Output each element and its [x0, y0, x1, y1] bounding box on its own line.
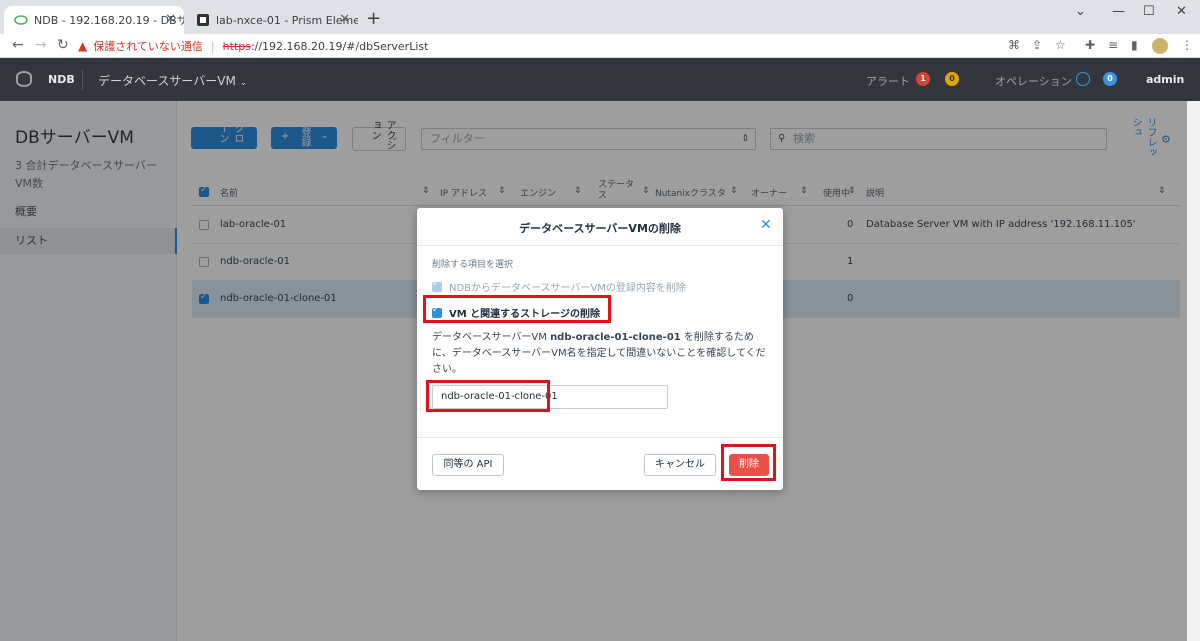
chevron-down-icon: ⌄: [239, 78, 248, 88]
prism-favicon-icon: [197, 14, 209, 26]
highlight-box-storage-option: [423, 295, 611, 323]
share-icon[interactable]: ⇪: [1032, 38, 1042, 52]
close-window-icon[interactable]: ✕: [1176, 4, 1187, 19]
new-tab-icon[interactable]: +: [366, 8, 381, 29]
option-unregister-label: NDBからデータベースサーバーVMの登録内容を削除: [449, 283, 686, 294]
header-divider: [82, 70, 83, 90]
address-bar[interactable]: ▲ 保護されていない通信 | https ://192.168.20.19/#/…: [78, 36, 996, 56]
confirm-description: データベースサーバーVM ndb-oracle-01-clone-01 を削除す…: [432, 330, 772, 378]
insecure-label[interactable]: 保護されていない通信: [93, 38, 203, 54]
operations-label[interactable]: オペレーション: [995, 73, 1072, 89]
unregister-checkbox: [432, 279, 442, 292]
user-menu[interactable]: admin: [1146, 73, 1184, 86]
maximize-icon[interactable]: ☐: [1143, 4, 1155, 19]
reload-icon[interactable]: ↻: [57, 37, 69, 53]
page-scrollbar[interactable]: [1187, 101, 1200, 641]
section-label: 削除する項目を選択: [432, 260, 514, 270]
desc-vm-name: ndb-oracle-01-clone-01: [550, 332, 681, 343]
warning-icon[interactable]: ▲: [78, 39, 87, 53]
equivalent-api-button[interactable]: 同等の API: [432, 454, 504, 476]
delete-dialog: データベースサーバーVMの削除 ✕ 削除する項目を選択 NDBからデータベースサ…: [417, 208, 783, 490]
close-tab-icon[interactable]: ✕: [165, 12, 176, 27]
omnibox-divider: |: [210, 39, 215, 53]
alert-critical-badge[interactable]: 1: [916, 72, 930, 86]
extensions-icon[interactable]: ✚: [1085, 38, 1095, 52]
operations-badge[interactable]: 0: [1103, 72, 1117, 86]
app-name[interactable]: NDB: [48, 73, 75, 86]
minimize-icon[interactable]: —: [1112, 4, 1125, 19]
desc-prefix: データベースサーバーVM: [432, 332, 551, 343]
browser-tab-title: NDB - 192.168.20.19 - DBサーバー\: [34, 14, 184, 27]
dialog-footer-divider: [417, 437, 783, 438]
option-unregister: NDBからデータベースサーバーVMの登録内容を削除: [432, 279, 686, 294]
highlight-box-vm-name-input: [426, 380, 550, 412]
url-scheme: https: [222, 39, 251, 53]
menu-icon[interactable]: ⋮: [1181, 38, 1193, 52]
browser-toolbar: ← → ↻ ▲ 保護されていない通信 | https ://192.168.20…: [0, 34, 1200, 58]
app-header: NDB データベースサーバーVM ⌄ アラート 1 0 オペレーション 0 ad…: [0, 58, 1200, 101]
modal-backdrop-sidebar: [0, 101, 177, 641]
close-icon[interactable]: ✕: [760, 217, 772, 233]
dialog-title: データベースサーバーVMの削除: [519, 222, 681, 235]
alert-warning-badge[interactable]: 0: [945, 72, 959, 86]
cancel-button[interactable]: キャンセル: [644, 454, 716, 476]
close-tab-icon[interactable]: ✕: [339, 12, 350, 27]
entity-menu[interactable]: データベースサーバーVM ⌄: [98, 72, 247, 89]
browser-tab-title: lab-nxce-01 - Prism Element: [216, 13, 358, 27]
operations-spinner-icon: [1076, 72, 1090, 86]
browser-tab-strip: NDB - 192.168.20.19 - DBサーバー\ ✕ lab-nxce…: [0, 0, 1200, 34]
highlight-box-delete-button: [721, 444, 776, 481]
translate-icon[interactable]: ⌘: [1008, 38, 1020, 52]
browser-tab-ndb[interactable]: NDB - 192.168.20.19 - DBサーバー\ ✕: [4, 6, 184, 34]
bookmark-star-icon[interactable]: ☆: [1055, 38, 1066, 52]
dialog-divider: [417, 245, 783, 246]
entity-menu-label: データベースサーバーVM: [98, 74, 236, 88]
reading-list-icon[interactable]: ≡: [1108, 38, 1118, 52]
back-icon[interactable]: ←: [12, 37, 24, 53]
browser-tab-prism[interactable]: lab-nxce-01 - Prism Element ✕: [186, 6, 358, 34]
side-panel-icon[interactable]: ▮: [1131, 38, 1138, 52]
forward-icon[interactable]: →: [35, 37, 47, 53]
tab-search-icon[interactable]: ⌄: [1075, 4, 1086, 19]
alerts-label[interactable]: アラート: [866, 73, 910, 89]
database-logo-icon: [16, 71, 32, 87]
url-text: ://192.168.20.19/#/dbServerList: [250, 39, 429, 53]
profile-avatar[interactable]: [1152, 38, 1168, 54]
ndb-favicon-icon: [14, 15, 28, 25]
